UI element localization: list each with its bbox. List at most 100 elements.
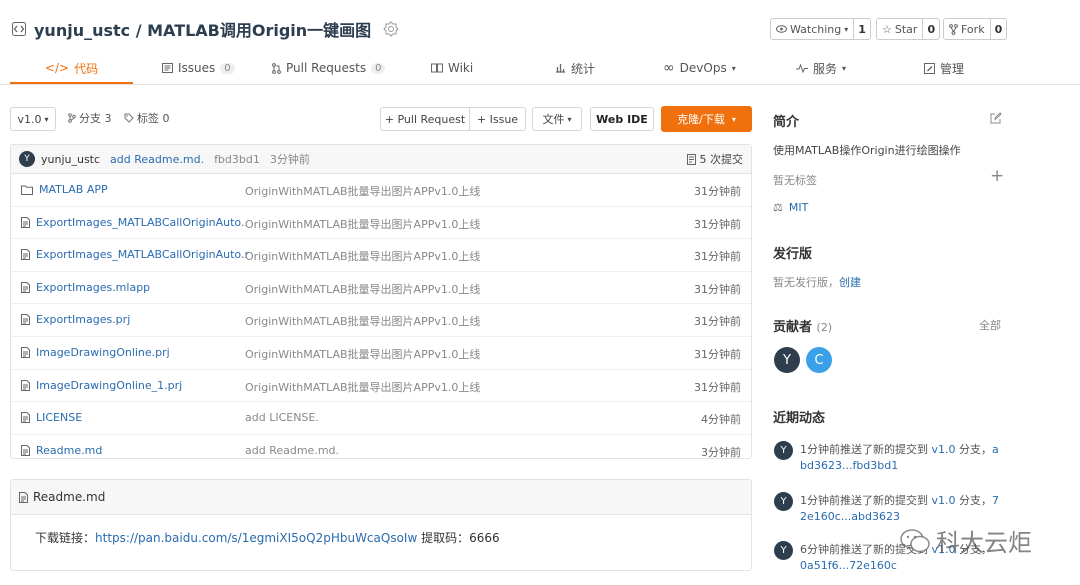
file-row[interactable]: ExportImages.prj OriginWithMATLAB批量导出图片AP…: [11, 304, 751, 337]
activity-avatar[interactable]: Y: [774, 492, 793, 511]
commit-author-avatar[interactable]: Y: [19, 151, 35, 167]
file-name-cell[interactable]: ExportImages.prj: [21, 313, 249, 326]
clone-download-button[interactable]: 克隆/下载 ▾: [661, 106, 752, 132]
contributors-title: 贡献者: [773, 320, 813, 335]
file-name-cell[interactable]: MATLAB APP: [21, 183, 249, 196]
file-menu-button[interactable]: 文件 ▾: [532, 107, 582, 131]
tab-manage[interactable]: 管理: [924, 54, 964, 82]
file-row[interactable]: ExportImages.mlapp OriginWithMATLAB批量导出图片…: [11, 272, 751, 305]
activity-item: 1分钟前推送了新的提交到 v1.0 分支，a bd3623...fbd3bd1: [800, 442, 1010, 474]
file-name-cell[interactable]: ExportImages_MATLABCallOriginAuto.m: [21, 248, 249, 261]
contributor-avatar[interactable]: C: [806, 347, 832, 373]
tags-link[interactable]: 标签 0: [124, 107, 170, 129]
fork-icon: [949, 23, 958, 35]
activity-mid: 分支，: [955, 443, 993, 456]
file-row[interactable]: MATLAB APP OriginWithMATLAB批量导出图片APPv1.0上…: [11, 174, 751, 207]
file-name[interactable]: ImageDrawingOnline_1.prj: [36, 379, 182, 392]
tab-wiki[interactable]: Wiki: [431, 54, 473, 82]
file-name-cell[interactable]: ImageDrawingOnline_1.prj: [21, 379, 249, 392]
file-name[interactable]: ImageDrawingOnline.prj: [36, 346, 170, 359]
file-commit-message[interactable]: OriginWithMATLAB批量导出图片APPv1.0上线: [245, 313, 480, 329]
watch-count[interactable]: 1: [853, 19, 870, 39]
commit-hash[interactable]: fbd3bd1: [214, 153, 260, 166]
tab-issues[interactable]: Issues 0: [162, 54, 235, 82]
file-commit-message[interactable]: OriginWithMATLAB批量导出图片APPv1.0上线: [245, 216, 480, 232]
activity-commit-link[interactable]: a: [992, 443, 999, 456]
file-commit-message[interactable]: OriginWithMATLAB批量导出图片APPv1.0上线: [245, 346, 480, 362]
branch-icon: [68, 113, 76, 123]
file-name[interactable]: ExportImages_MATLABCallOriginAuto....: [36, 216, 249, 229]
tab-devops[interactable]: ∞ DevOps ▾: [663, 54, 736, 82]
contributor-avatar[interactable]: Y: [774, 347, 800, 373]
tab-stats-label: 统计: [571, 61, 596, 76]
activity-branch-link[interactable]: v1.0: [932, 443, 956, 456]
activity-commit-link[interactable]: 7: [992, 494, 999, 507]
file-commit-time: 4分钟前: [701, 413, 741, 427]
repo-title[interactable]: yunju_ustc / MATLAB调用Origin一键画图: [34, 17, 371, 41]
tab-issues-label: Issues: [178, 61, 216, 75]
readme-download-link[interactable]: https://pan.baidu.com/s/1egmiXI5oQ2pHbuW…: [95, 531, 417, 545]
file-name[interactable]: MATLAB APP: [39, 183, 108, 196]
file-name-cell[interactable]: Readme.md: [21, 444, 249, 457]
file-commit-message[interactable]: add LICENSE.: [245, 411, 319, 424]
tab-code[interactable]: </> 代码: [10, 54, 133, 84]
activity-avatar[interactable]: Y: [774, 441, 793, 460]
file-commit-message[interactable]: OriginWithMATLAB批量导出图片APPv1.0上线: [245, 379, 480, 395]
no-tags-text: 暂无标签: [773, 174, 817, 187]
file-name[interactable]: ExportImages.prj: [36, 313, 130, 326]
activity-commit-range-link[interactable]: bd3623...fbd3bd1: [800, 459, 898, 472]
tab-pull-requests[interactable]: Pull Requests 0: [272, 54, 386, 82]
branches-link[interactable]: 分支 3: [68, 107, 112, 129]
web-ide-button[interactable]: Web IDE: [590, 107, 654, 131]
fork-count[interactable]: 0: [989, 19, 1007, 39]
file-name-cell[interactable]: ExportImages.mlapp: [21, 281, 249, 294]
tab-stats[interactable]: 统计: [555, 54, 595, 82]
file-name-cell[interactable]: ExportImages_MATLABCallOriginAuto....: [21, 216, 249, 229]
edit-icon[interactable]: [990, 112, 1002, 124]
file-name[interactable]: ExportImages.mlapp: [36, 281, 150, 294]
file-commit-message[interactable]: OriginWithMATLAB批量导出图片APPv1.0上线: [245, 248, 480, 264]
file-row[interactable]: ImageDrawingOnline_1.prj OriginWithMATLAB…: [11, 370, 751, 403]
commit-message[interactable]: add Readme.md.: [110, 153, 204, 166]
repo-name[interactable]: MATLAB调用Origin一键画图: [147, 21, 371, 40]
create-release-link[interactable]: 创建: [839, 276, 861, 289]
commit-count-link[interactable]: 5 次提交: [700, 151, 744, 167]
activity-commit-range-link[interactable]: 0a51f6...72e160c: [800, 559, 897, 572]
star-count[interactable]: 0: [922, 19, 939, 39]
wiki-icon: [431, 63, 443, 73]
add-tag-icon[interactable]: +: [990, 166, 1004, 186]
caret-down-icon: ▾: [44, 114, 49, 124]
release-heading: 发行版: [773, 247, 813, 262]
activity-branch-link[interactable]: v1.0: [932, 494, 956, 507]
file-row[interactable]: Readme.md add Readme.md. 3分钟前: [11, 435, 751, 467]
scale-icon: ⚖: [773, 201, 783, 214]
file-row[interactable]: ExportImages_MATLABCallOriginAuto.m Origi…: [11, 239, 751, 272]
new-pull-request-button[interactable]: + Pull Request: [380, 107, 470, 131]
issues-count-badge: 0: [220, 62, 235, 74]
file-commit-message[interactable]: OriginWithMATLAB批量导出图片APPv1.0上线: [245, 281, 480, 297]
file-row[interactable]: ExportImages_MATLABCallOriginAuto.... Ori…: [11, 207, 751, 240]
no-release-label: 暂无发行版，: [773, 276, 839, 289]
file-name[interactable]: ExportImages_MATLABCallOriginAuto.m: [36, 248, 249, 261]
file-name[interactable]: LICENSE: [36, 411, 82, 424]
repo-owner[interactable]: yunju_ustc: [34, 21, 130, 40]
fork-button[interactable]: Fork 0: [943, 18, 1008, 40]
license-link[interactable]: MIT: [789, 201, 808, 214]
tab-devops-label: DevOps: [679, 61, 727, 75]
file-row[interactable]: ImageDrawingOnline.prj OriginWithMATLAB批量…: [11, 337, 751, 370]
file-name-cell[interactable]: LICENSE: [21, 411, 249, 424]
file-name[interactable]: Readme.md: [36, 444, 102, 457]
star-button[interactable]: ☆ Star 0: [876, 18, 941, 40]
watch-button[interactable]: Watching ▾ 1: [770, 18, 871, 40]
new-issue-button[interactable]: + Issue: [469, 107, 526, 131]
file-commit-message[interactable]: add Readme.md.: [245, 444, 339, 457]
file-row[interactable]: LICENSE add LICENSE. 4分钟前: [11, 402, 751, 435]
commit-author[interactable]: yunju_ustc: [41, 153, 100, 166]
activity-commit-range-link[interactable]: 2e160c...abd3623: [800, 510, 900, 523]
file-name-cell[interactable]: ImageDrawingOnline.prj: [21, 346, 249, 359]
branch-select[interactable]: v1.0 ▾: [10, 107, 56, 131]
tab-services[interactable]: 服务 ▾: [796, 54, 846, 82]
all-contributors-link[interactable]: 全部: [979, 317, 1001, 333]
file-commit-message[interactable]: OriginWithMATLAB批量导出图片APPv1.0上线: [245, 183, 480, 199]
activity-avatar[interactable]: Y: [774, 541, 793, 560]
